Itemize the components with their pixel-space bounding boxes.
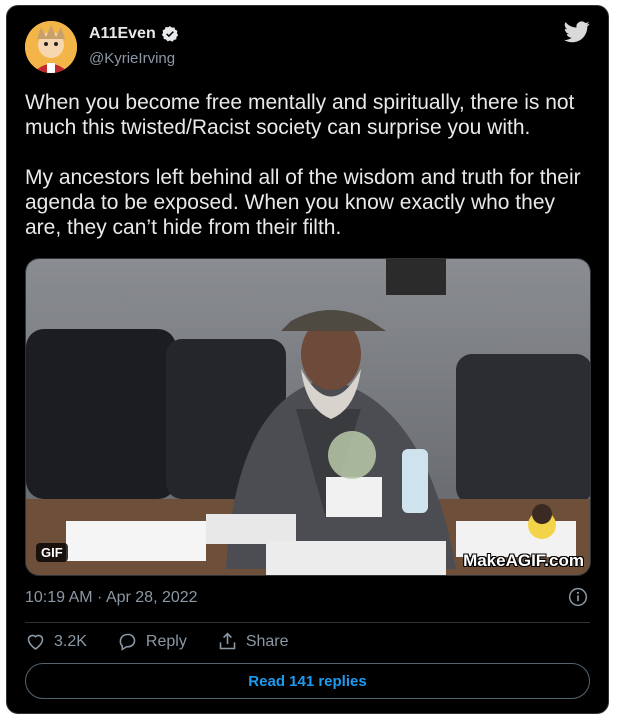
handle[interactable]: @KyrieIrving bbox=[89, 50, 175, 67]
read-replies-button[interactable]: Read 141 replies bbox=[25, 663, 590, 699]
gif-frame bbox=[26, 259, 590, 575]
tweet-media-gif[interactable]: GIF MakeAGIF.com bbox=[25, 258, 591, 576]
watermark: MakeAGIF.com bbox=[463, 551, 584, 570]
display-name[interactable]: A11Even bbox=[89, 25, 156, 43]
avatar[interactable] bbox=[25, 21, 77, 73]
reply-icon bbox=[119, 633, 136, 651]
tweet-text: When you become free mentally and spirit… bbox=[25, 90, 595, 265]
divider bbox=[25, 622, 590, 623]
tweet-card: A11Even @KyrieIrving When you become fre… bbox=[6, 5, 609, 714]
avatar-image bbox=[25, 21, 77, 73]
action-bar: 3.2K Reply Share bbox=[25, 631, 289, 652]
name-row: A11Even bbox=[89, 25, 179, 43]
tweet-paragraph-1: When you become free mentally and spirit… bbox=[25, 91, 575, 139]
twitter-bird-icon[interactable] bbox=[564, 21, 590, 43]
tweet-paragraph-2: My ancestors left behind all of the wisd… bbox=[25, 166, 581, 239]
timestamp[interactable]: 10:19 AM · Apr 28, 2022 bbox=[25, 589, 198, 607]
gif-badge: GIF bbox=[36, 543, 68, 562]
info-icon[interactable] bbox=[568, 587, 588, 607]
like-count: 3.2K bbox=[54, 632, 87, 650]
share-label: Share bbox=[245, 632, 289, 650]
reply-button[interactable]: Reply bbox=[117, 631, 187, 652]
share-icon bbox=[219, 632, 236, 650]
like-button[interactable]: 3.2K bbox=[25, 631, 87, 652]
share-button[interactable]: Share bbox=[217, 631, 289, 652]
verified-badge-icon bbox=[161, 26, 178, 42]
reply-label: Reply bbox=[145, 632, 187, 650]
heart-icon bbox=[27, 634, 44, 650]
